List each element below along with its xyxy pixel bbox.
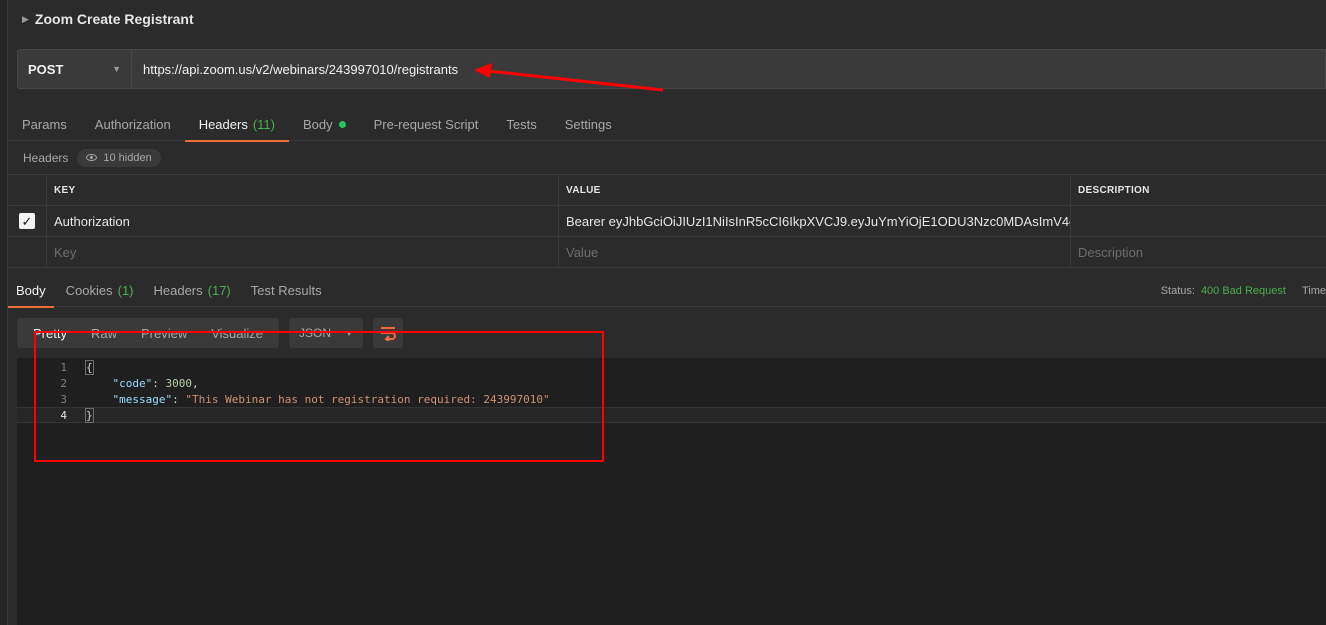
tab-params[interactable]: Params bbox=[8, 108, 81, 141]
tab-label: Headers bbox=[198, 117, 248, 132]
tab-authorization[interactable]: Authorization bbox=[81, 108, 185, 141]
response-headers-count: (17) bbox=[207, 282, 231, 298]
table-row: ✓ Authorization Bearer eyJhbGciOiJIUzI1N… bbox=[8, 206, 1326, 237]
tab-label: Body bbox=[16, 282, 46, 298]
status-label: Status: bbox=[1160, 284, 1195, 297]
tab-tests[interactable]: Tests bbox=[492, 108, 550, 141]
line-number: 3 bbox=[60, 392, 67, 406]
line-number: 2 bbox=[60, 376, 67, 390]
caret-right-icon[interactable]: ▶ bbox=[22, 14, 29, 25]
body-indicator-dot-icon bbox=[338, 121, 346, 128]
response-tab-test-results[interactable]: Test Results bbox=[243, 274, 330, 307]
new-description-input[interactable]: Description bbox=[1071, 237, 1326, 267]
header-key-cell[interactable]: Authorization bbox=[47, 206, 559, 236]
row-checkbox-cell: ✓ bbox=[8, 206, 47, 236]
response-status: Status: 400 Bad Request Time bbox=[1161, 274, 1326, 307]
line-number: 1 bbox=[60, 360, 67, 374]
view-raw-button[interactable]: Raw bbox=[79, 318, 129, 348]
format-select[interactable]: JSON ▼ bbox=[289, 318, 364, 348]
headers-section-label: Headers bbox=[23, 150, 69, 165]
tab-label: Headers bbox=[153, 282, 203, 298]
view-visualize-button[interactable]: Visualize bbox=[199, 318, 275, 348]
new-key-input[interactable]: Key bbox=[47, 237, 559, 267]
url-bar: POST ▼ https://api.zoom.us/v2/webinars/2… bbox=[17, 49, 1326, 89]
eye-icon bbox=[86, 154, 98, 161]
method-label: POST bbox=[28, 61, 64, 77]
code-text: "code": 3000, bbox=[112, 376, 199, 390]
json-key-code: "code" bbox=[112, 376, 153, 390]
tab-body[interactable]: Body bbox=[289, 108, 360, 141]
request-title: Zoom Create Registrant bbox=[34, 11, 194, 27]
new-row-checkbox-cell bbox=[8, 237, 47, 267]
table-header-row: KEY VALUE DESCRIPTION bbox=[8, 175, 1326, 206]
wrap-lines-button[interactable] bbox=[373, 318, 404, 348]
code-line: 3 "message": "This Webinar has not regis… bbox=[17, 391, 1326, 407]
method-select[interactable]: POST ▼ bbox=[17, 49, 131, 89]
code-line: 1 { bbox=[17, 359, 1326, 375]
header-checkbox-column bbox=[8, 175, 47, 205]
format-label: JSON bbox=[299, 326, 332, 340]
wrap-lines-icon bbox=[381, 327, 396, 341]
json-value-message: "This Webinar has not registration requi… bbox=[185, 392, 550, 406]
tab-label: Settings bbox=[564, 117, 612, 132]
response-tabs: Body Cookies (1) Headers (17) Test Results… bbox=[8, 274, 1326, 308]
code-line: 2 "code": 3000, bbox=[17, 375, 1326, 391]
tab-label: Cookies bbox=[65, 282, 113, 298]
chevron-down-icon: ▼ bbox=[112, 64, 121, 74]
tab-label: Test Results bbox=[250, 282, 322, 298]
tab-label: Params bbox=[22, 117, 67, 132]
response-tab-body[interactable]: Body bbox=[8, 274, 54, 308]
table-row-new: Key Value Description bbox=[8, 237, 1326, 268]
code-text: { bbox=[67, 359, 94, 375]
cookies-count: (1) bbox=[117, 282, 134, 298]
response-toolbar: Pretty Raw Preview Visualize JSON ▼ bbox=[17, 318, 404, 348]
headers-table: KEY VALUE DESCRIPTION ✓ Authorization Be… bbox=[8, 174, 1326, 268]
time-label: Time bbox=[1301, 284, 1326, 297]
tab-label: Pre-request Script bbox=[373, 117, 479, 132]
url-input[interactable]: https://api.zoom.us/v2/webinars/24399701… bbox=[131, 49, 1326, 89]
chevron-down-icon: ▼ bbox=[345, 328, 354, 338]
view-preview-button[interactable]: Preview bbox=[129, 318, 199, 348]
status-badge[interactable]: 400 Bad Request bbox=[1201, 285, 1286, 297]
request-title-bar[interactable]: ▶ Zoom Create Registrant bbox=[8, 0, 1326, 38]
tab-label: Body bbox=[302, 117, 333, 132]
code-text: "message": "This Webinar has not registr… bbox=[112, 392, 550, 406]
tab-label: Authorization bbox=[94, 117, 171, 132]
response-tab-headers[interactable]: Headers (17) bbox=[146, 274, 239, 307]
hidden-count-label: 10 hidden bbox=[103, 151, 152, 164]
new-value-input[interactable]: Value bbox=[559, 237, 1071, 267]
header-value-cell[interactable]: Bearer eyJhbGciOiJIUzI1NiIsInR5cCI6IkpXV… bbox=[559, 206, 1071, 236]
tab-pre-request-script[interactable]: Pre-request Script bbox=[360, 108, 493, 141]
tab-label: Tests bbox=[506, 117, 537, 132]
header-description-cell[interactable] bbox=[1071, 206, 1326, 236]
column-value: VALUE bbox=[559, 175, 1071, 205]
view-pretty-button[interactable]: Pretty bbox=[21, 318, 79, 348]
left-sidebar-strip bbox=[0, 0, 8, 625]
tab-settings[interactable]: Settings bbox=[551, 108, 626, 141]
request-tabs: Params Authorization Headers (11) Body Pr… bbox=[8, 108, 1326, 142]
tab-headers[interactable]: Headers (11) bbox=[184, 108, 290, 142]
column-key: KEY bbox=[47, 175, 559, 205]
json-key-message: "message" bbox=[112, 392, 173, 406]
close-brace: } bbox=[85, 407, 94, 423]
row-enabled-checkbox[interactable]: ✓ bbox=[19, 213, 35, 229]
json-value-code: 3000 bbox=[165, 376, 193, 390]
line-number: 4 bbox=[60, 408, 67, 422]
headers-subheader: Headers 10 hidden bbox=[8, 141, 1326, 174]
column-description: DESCRIPTION bbox=[1078, 184, 1150, 196]
open-brace: { bbox=[85, 359, 94, 375]
code-text: } bbox=[67, 407, 94, 423]
response-view-group: Pretty Raw Preview Visualize bbox=[17, 318, 280, 348]
response-body-editor[interactable]: 1 { 2 "code": 3000, 3 "message": "This W… bbox=[17, 358, 1326, 625]
response-tab-cookies[interactable]: Cookies (1) bbox=[58, 274, 142, 307]
code-line-current: 4 } bbox=[17, 407, 1326, 423]
hidden-headers-toggle[interactable]: 10 hidden bbox=[77, 148, 161, 167]
headers-count: (11) bbox=[252, 117, 275, 132]
